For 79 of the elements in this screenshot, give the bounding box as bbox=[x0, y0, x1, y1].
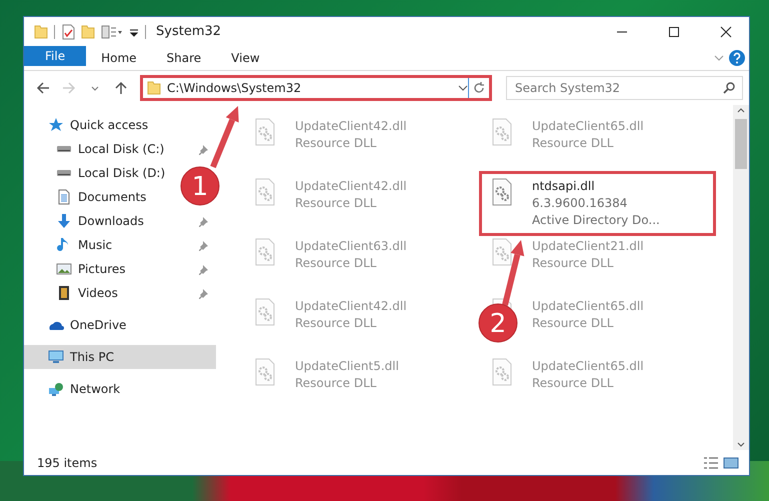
scroll-thumb[interactable] bbox=[735, 119, 747, 169]
drive-icon bbox=[56, 169, 72, 177]
annotation-circle bbox=[478, 304, 518, 342]
document-icon bbox=[56, 189, 72, 205]
help-icon[interactable] bbox=[729, 50, 745, 66]
file-detail: 6.3.9600.16384 bbox=[532, 195, 628, 212]
maximize-icon bbox=[668, 26, 680, 38]
close-icon bbox=[720, 26, 732, 38]
sidebar-item[interactable]: Documents bbox=[56, 189, 146, 205]
properties-icon[interactable] bbox=[61, 24, 75, 40]
file-detail: Resource DLL bbox=[532, 375, 614, 392]
file-gear-icon bbox=[490, 178, 514, 206]
view-icon[interactable] bbox=[101, 24, 123, 40]
window-title: System32 bbox=[156, 24, 222, 39]
file-gear-icon bbox=[490, 358, 514, 386]
sidebar-item[interactable]: Videos bbox=[56, 285, 118, 301]
file-gear-icon bbox=[490, 118, 514, 146]
folder-icon bbox=[147, 80, 161, 96]
sidebar-item[interactable]: Downloads bbox=[56, 213, 144, 229]
file-gear-icon bbox=[253, 238, 277, 266]
file-detail: Resource DLL bbox=[532, 135, 614, 152]
file-detail: Resource DLL bbox=[295, 135, 378, 152]
refresh-icon bbox=[473, 82, 485, 94]
film-icon bbox=[56, 285, 72, 301]
file-gear-icon bbox=[253, 118, 277, 146]
search-icon[interactable] bbox=[723, 82, 735, 94]
sidebar-item[interactable]: This PC bbox=[48, 349, 114, 365]
star-icon bbox=[48, 117, 64, 133]
sidebar-item[interactable]: Network bbox=[48, 381, 120, 397]
search-field[interactable]: Search System32 bbox=[506, 76, 743, 100]
sidebar-item[interactable]: Quick access bbox=[48, 117, 148, 133]
file-detail: Active Directory Do... bbox=[532, 212, 660, 229]
address-path: C:\Windows\System32 bbox=[167, 81, 302, 95]
file-menu-button[interactable]: File bbox=[24, 46, 86, 66]
pin-icon bbox=[199, 264, 210, 274]
file-detail: Resource DLL bbox=[295, 195, 378, 212]
annotation-number: 2 bbox=[490, 309, 506, 339]
monitor-icon bbox=[48, 349, 64, 365]
sidebar-item[interactable]: Pictures bbox=[56, 261, 126, 277]
file-detail: Resource DLL bbox=[532, 315, 614, 332]
file-detail: Resource DLL bbox=[295, 375, 378, 392]
large-icons-view-button[interactable] bbox=[721, 456, 741, 470]
down-arrow-icon bbox=[56, 213, 72, 229]
file-name[interactable]: ntdsapi.dll bbox=[532, 178, 660, 195]
sidebar-item[interactable]: Music bbox=[56, 237, 112, 253]
pin-icon bbox=[199, 216, 210, 226]
annotation-circle bbox=[180, 166, 220, 206]
details-view-button[interactable] bbox=[701, 456, 721, 470]
forward-icon bbox=[61, 80, 77, 96]
highlighted-file-item[interactable]: ntdsapi.dll 6.3.9600.16384 Active Directory Do... bbox=[479, 171, 716, 236]
sidebar-item[interactable]: Local Disk (D:) bbox=[56, 166, 166, 180]
ribbon-tab[interactable]: Home bbox=[86, 46, 152, 70]
ribbon-tab[interactable]: Share bbox=[152, 46, 216, 70]
file-gear-icon bbox=[253, 178, 277, 206]
annotation-number: 1 bbox=[192, 172, 208, 202]
annotation-arrow bbox=[210, 106, 239, 168]
sidebar-item[interactable]: Local Disk (C:) bbox=[56, 142, 164, 156]
file-gear-icon bbox=[253, 298, 277, 326]
sidebar-item[interactable]: OneDrive bbox=[48, 317, 126, 333]
pin-icon bbox=[199, 144, 210, 154]
file-gear-icon bbox=[253, 358, 277, 386]
picture-icon bbox=[56, 261, 72, 277]
dropdown-caret-icon[interactable] bbox=[458, 83, 468, 93]
up-icon bbox=[113, 80, 129, 96]
ribbon-tab[interactable]: View bbox=[216, 46, 275, 70]
file-gear-icon bbox=[490, 238, 514, 266]
scrollbar[interactable] bbox=[733, 105, 749, 450]
annotation-arrow bbox=[502, 240, 524, 306]
file-detail: Resource DLL bbox=[295, 315, 378, 332]
file-detail: Resource DLL bbox=[532, 255, 614, 272]
drive-icon bbox=[56, 145, 72, 153]
back-icon bbox=[35, 80, 51, 96]
item-count: 195 items bbox=[37, 456, 98, 470]
pin-icon bbox=[199, 240, 210, 250]
file-detail: Resource DLL bbox=[295, 255, 378, 272]
recent-caret-icon bbox=[91, 86, 99, 90]
network-icon bbox=[48, 381, 64, 397]
pin-icon bbox=[199, 288, 210, 298]
address-bar[interactable]: C:\Windows\System32 bbox=[140, 75, 492, 101]
